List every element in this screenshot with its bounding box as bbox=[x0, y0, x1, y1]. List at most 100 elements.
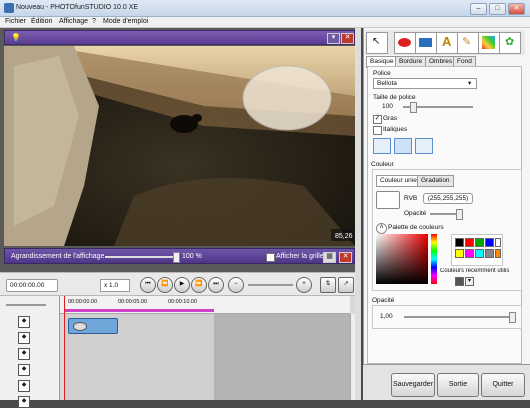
swatch[interactable] bbox=[465, 238, 474, 247]
menu-edition[interactable]: Édition bbox=[31, 18, 52, 25]
minimize-button[interactable]: – bbox=[470, 3, 487, 15]
action-bar: Sauvegarder Sortie Quitter bbox=[363, 364, 530, 400]
grid-checkbox[interactable] bbox=[266, 253, 275, 262]
hue-slider[interactable] bbox=[431, 234, 437, 284]
track-toggle-icon[interactable]: ◆ bbox=[18, 348, 30, 360]
transport-bar: 00:00:00.00 x 1.0 ⏮ ⏪ ▶ ⏩ ⏭ − + ⇅ ↗ bbox=[0, 272, 360, 296]
color-picker-area[interactable] bbox=[376, 234, 428, 284]
italic-checkbox[interactable] bbox=[373, 126, 382, 135]
quit-button[interactable]: Quitter bbox=[481, 373, 525, 397]
track-toggle-icon[interactable]: ◆ bbox=[18, 380, 30, 392]
menu-fichier[interactable]: Fichier bbox=[5, 18, 26, 25]
track-area[interactable] bbox=[64, 314, 214, 400]
align-center-button[interactable] bbox=[394, 138, 412, 154]
select-tool-icon[interactable]: ↖ bbox=[366, 32, 388, 54]
zoom-slider-track[interactable] bbox=[105, 256, 175, 258]
zoom-in-timeline-button[interactable]: + bbox=[296, 277, 312, 293]
chevron-down-icon: ▾ bbox=[468, 80, 472, 87]
selection-range[interactable] bbox=[64, 309, 214, 312]
swatch[interactable] bbox=[475, 238, 484, 247]
save-button[interactable]: Sauvegarder bbox=[391, 373, 435, 397]
bulb-icon: 💡 bbox=[11, 33, 21, 42]
speed-select[interactable]: x 1.0 bbox=[100, 279, 130, 292]
text-tool-icon[interactable]: A bbox=[436, 32, 458, 54]
color-section-label: Couleur bbox=[371, 161, 394, 168]
menu-help[interactable]: ? bbox=[92, 18, 96, 25]
track-toggle-icon[interactable]: ◆ bbox=[18, 396, 30, 408]
tick-label: 00:00:10.00 bbox=[168, 299, 198, 305]
tab-gradient[interactable]: Gradation bbox=[417, 175, 454, 187]
swatch-grid bbox=[451, 234, 503, 266]
play-button[interactable]: ▶ bbox=[174, 277, 190, 293]
swatch[interactable] bbox=[485, 249, 494, 258]
rgb-value-field[interactable]: (255,255,255) bbox=[423, 193, 473, 204]
playhead[interactable] bbox=[64, 296, 65, 400]
align-right-button[interactable] bbox=[415, 138, 433, 154]
opacity-knob[interactable] bbox=[509, 312, 516, 323]
clip-item[interactable] bbox=[68, 318, 118, 334]
swatch[interactable] bbox=[455, 238, 464, 247]
font-family-select[interactable]: Bellota bbox=[373, 78, 477, 89]
rectangle-tool-icon[interactable] bbox=[415, 32, 437, 54]
preview-image[interactable]: 85,26 bbox=[4, 46, 355, 246]
opacity-label: Opacité bbox=[372, 297, 395, 304]
effects-tool-icon[interactable]: ✿ bbox=[499, 32, 521, 54]
bold-checkbox[interactable]: ✓ bbox=[373, 115, 382, 124]
maximize-button[interactable]: □ bbox=[489, 3, 506, 15]
skip-end-button[interactable]: ⏭ bbox=[208, 277, 224, 293]
expand-palette-icon[interactable]: ˄ bbox=[376, 223, 387, 234]
rgb-label: RVB bbox=[404, 195, 418, 202]
grid-label: Afficher la grille bbox=[276, 253, 324, 260]
swatch[interactable] bbox=[495, 249, 501, 258]
recent-colors-dropdown-icon[interactable]: ▾ bbox=[465, 277, 474, 286]
swatch[interactable] bbox=[475, 249, 484, 258]
palette-label: Palette de couleurs bbox=[388, 224, 444, 231]
track-height-slider[interactable] bbox=[6, 304, 46, 306]
font-section-label: Police bbox=[373, 70, 391, 77]
collapse-button[interactable]: ▾ bbox=[327, 33, 340, 44]
stamp-tool-icon[interactable]: ✎ bbox=[457, 32, 479, 54]
swatch[interactable] bbox=[455, 249, 464, 258]
share-icon[interactable]: ↗ bbox=[338, 277, 354, 293]
font-size-knob[interactable] bbox=[410, 102, 417, 113]
step-forward-button[interactable]: ⏩ bbox=[191, 277, 207, 293]
track-toggle-icon[interactable]: ◆ bbox=[18, 364, 30, 376]
timeline-zoom-slider[interactable] bbox=[248, 284, 293, 286]
zoom-value: 100 % bbox=[182, 253, 202, 260]
zoom-out-timeline-button[interactable]: − bbox=[228, 277, 244, 293]
zoombar-close-button[interactable]: ✕ bbox=[339, 252, 352, 263]
clip-thumbnail bbox=[73, 322, 87, 331]
track-headers: ◆ ◆ ◆ ◆ ◆ ◆ bbox=[0, 296, 60, 408]
ellipse-tool-icon[interactable] bbox=[394, 32, 416, 54]
close-button[interactable]: ✕ bbox=[508, 3, 525, 15]
step-back-button[interactable]: ⏪ bbox=[157, 277, 173, 293]
preview-close-button[interactable]: ✕ bbox=[341, 33, 354, 44]
tab-solid-color[interactable]: Couleur unie bbox=[376, 175, 421, 187]
track-toggle-icon[interactable]: ◆ bbox=[18, 316, 30, 328]
opacity-slider[interactable] bbox=[404, 316, 512, 318]
title-bar: Nouveau - PHOTOfunSTUDIO 10.0 XE – □ ✕ bbox=[0, 0, 530, 17]
pane-splitter[interactable] bbox=[355, 28, 361, 400]
swatch[interactable] bbox=[485, 238, 494, 247]
timeline-ruler[interactable]: 00:00:00.00 00:00:05.00 00:00:10.00 bbox=[60, 296, 350, 314]
recent-color-swatch[interactable] bbox=[455, 277, 464, 286]
track-toggle-icon[interactable]: ◆ bbox=[18, 332, 30, 344]
swatch[interactable] bbox=[495, 238, 501, 247]
tick-label: 00:00:05.00 bbox=[118, 299, 148, 305]
zoom-slider-knob[interactable] bbox=[173, 252, 180, 263]
menu-bar: Fichier Édition Affichage ? Mode d'emplo… bbox=[0, 17, 530, 28]
bold-label: Gras bbox=[383, 115, 398, 122]
frame-tool-icon[interactable] bbox=[478, 32, 500, 54]
export-icon[interactable]: ⇅ bbox=[320, 277, 336, 293]
menu-mode-emploi[interactable]: Mode d'emploi bbox=[103, 18, 148, 25]
grid-settings-icon[interactable]: ▦ bbox=[323, 252, 336, 263]
preview-header: 💡 ▾ ✕ bbox=[4, 30, 355, 45]
menu-affichage[interactable]: Affichage bbox=[59, 18, 88, 25]
align-left-button[interactable] bbox=[373, 138, 391, 154]
color-opacity-knob[interactable] bbox=[456, 209, 463, 220]
color-preview-swatch[interactable] bbox=[376, 191, 400, 209]
color-opacity-label: Opacité bbox=[404, 210, 427, 217]
skip-start-button[interactable]: ⏮ bbox=[140, 277, 156, 293]
exit-button[interactable]: Sortie bbox=[437, 373, 479, 397]
swatch[interactable] bbox=[465, 249, 474, 258]
